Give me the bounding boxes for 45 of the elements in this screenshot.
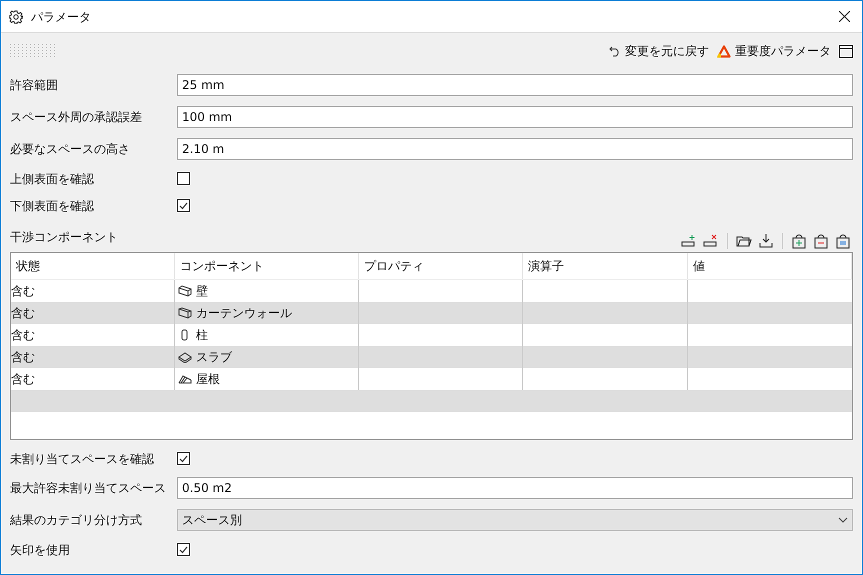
input-field[interactable]: 100 mm <box>177 106 853 128</box>
input-field[interactable]: 2.10 m <box>177 138 853 160</box>
setting-label: 矢印を使用 <box>10 542 71 558</box>
wall-icon <box>178 307 192 319</box>
check-icon <box>179 202 188 210</box>
window-title: パラメータ <box>31 8 92 26</box>
close-icon <box>838 11 850 22</box>
input-field[interactable]: 0.50 m2 <box>177 477 853 499</box>
parameters-button[interactable]: 重要度パラメータ <box>717 42 831 60</box>
chevron-down-icon <box>838 517 848 523</box>
input-field[interactable]: 25 mm <box>177 74 853 96</box>
undo-icon <box>609 45 621 57</box>
table-cell-text: 屋根 <box>196 371 220 388</box>
checkbox[interactable] <box>177 543 190 556</box>
setting-label: 結果のカテゴリ分け方式 <box>10 512 143 529</box>
check-icon <box>179 454 188 462</box>
column-header[interactable]: コンポーネント <box>175 253 359 279</box>
setting-label: 許容範囲 <box>10 77 59 94</box>
table-cell-text: 壁 <box>196 283 208 300</box>
column-header[interactable]: 状態 <box>11 253 175 279</box>
warning-icon <box>717 44 731 58</box>
dropdown[interactable]: スペース別 <box>177 509 853 531</box>
checkbox[interactable] <box>177 172 190 185</box>
setting-label: 上側表面を確認 <box>10 170 95 188</box>
checkbox[interactable] <box>177 199 190 212</box>
slab-icon <box>178 351 192 363</box>
undo-button[interactable]: 変更を元に戻す <box>609 42 709 60</box>
section-title: 干渉コンポーネント <box>10 229 118 246</box>
column-header[interactable]: 演算子 <box>523 253 688 279</box>
wall-icon <box>178 285 192 297</box>
table-cell-text: スラブ <box>196 349 232 366</box>
column-header[interactable]: 値 <box>688 253 852 279</box>
setting-label: 最大許容未割り当てスペース <box>10 480 167 497</box>
setting-label: 必要なスペースの高さ <box>10 141 131 158</box>
table-cell-text: 柱 <box>196 327 208 344</box>
gear-icon <box>9 10 23 24</box>
check-icon <box>179 546 188 554</box>
setting-label: 下側表面を確認 <box>10 198 95 214</box>
roof-icon <box>178 373 192 385</box>
setting-label: 未割り当てスペースを確認 <box>10 450 155 468</box>
panel-icon[interactable] <box>839 44 853 58</box>
checkbox[interactable] <box>177 452 190 465</box>
column-header[interactable]: プロパティ <box>359 253 523 279</box>
table-cell-text: カーテンウォール <box>196 305 292 322</box>
setting-label: スペース外周の承認誤差 <box>10 109 143 126</box>
